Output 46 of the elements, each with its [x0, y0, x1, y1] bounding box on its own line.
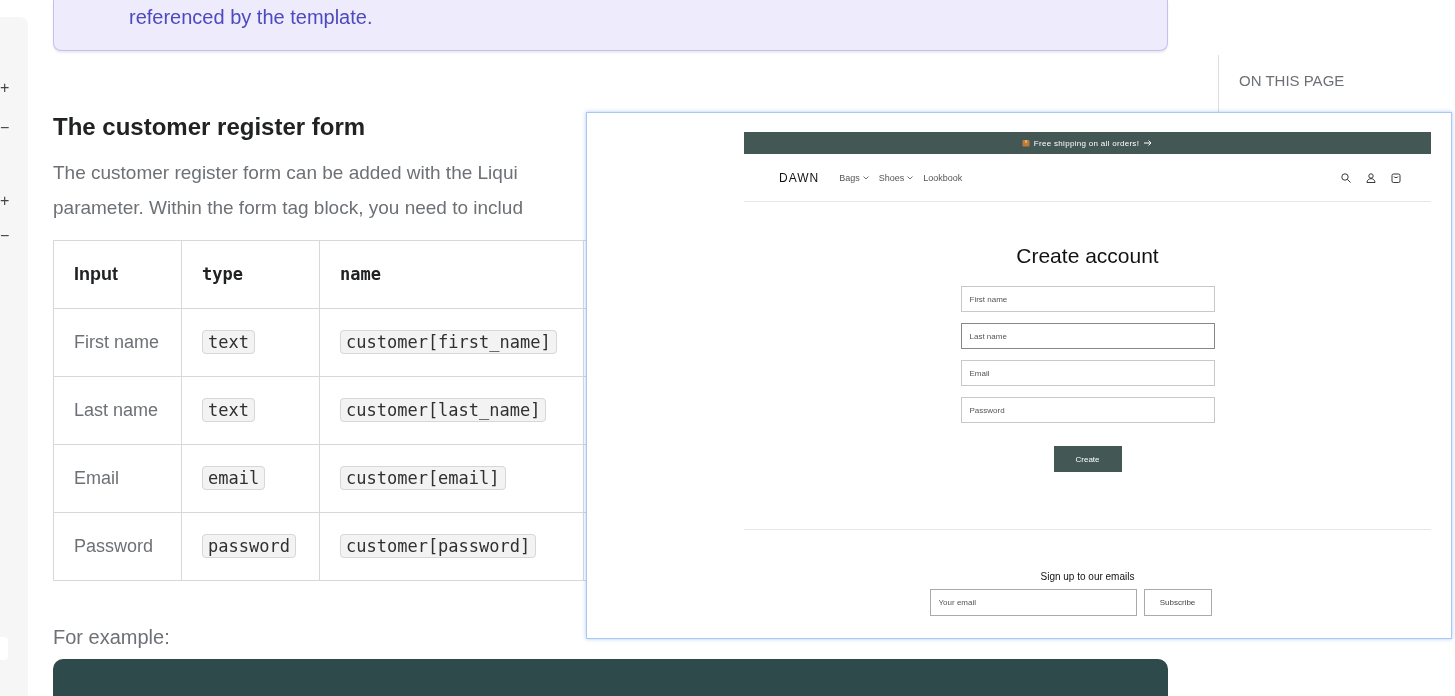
package-icon [1021, 139, 1030, 147]
store-logo[interactable]: DAWN [779, 170, 820, 185]
column-header: name [319, 240, 584, 309]
code-chip: customer[first_name] [340, 329, 557, 354]
nav-link[interactable]: Lookbook [923, 172, 963, 183]
chevron-down-icon [862, 175, 869, 180]
input-field[interactable]: Email [960, 360, 1215, 386]
arrow-icon [1143, 139, 1154, 147]
column-header: type [181, 240, 320, 309]
nav-link[interactable]: Bags [839, 172, 869, 183]
input-field[interactable]: First name [960, 286, 1215, 312]
nav-link[interactable]: Shoes [878, 172, 914, 183]
input-field[interactable]: Last name [960, 323, 1215, 349]
code-chip: customer[password] [340, 533, 537, 558]
code-chip: password [202, 533, 296, 558]
email-field[interactable]: Your email [929, 589, 1137, 616]
search-icon [1341, 172, 1351, 183]
paragraph-line: parameter. Within the form tag block, you need to includ [53, 195, 523, 220]
person-icon [1366, 172, 1376, 183]
code-chip: text [202, 329, 255, 354]
table-cell: First name [53, 308, 182, 377]
code-chip: email [202, 465, 266, 490]
create-button[interactable]: Create [1053, 446, 1122, 472]
page-title: Create account [1016, 243, 1159, 269]
collapse-control[interactable]: − [0, 120, 10, 136]
expand-control[interactable]: + [0, 193, 10, 209]
announcement-text: Free shipping on all orders! [1033, 138, 1140, 148]
chevron-down-icon [907, 175, 914, 180]
table-cell: Password [53, 512, 182, 581]
table-cell: Email [53, 444, 182, 513]
code-chip: customer[last_name] [340, 397, 547, 422]
expand-control[interactable]: + [0, 80, 10, 96]
input-field[interactable]: Password [960, 397, 1215, 423]
bag-icon [1391, 172, 1401, 183]
code-chip: text [202, 397, 255, 422]
table-cell: Last name [53, 376, 182, 445]
column-header: Input [53, 240, 182, 309]
code-chip: customer[email] [340, 465, 506, 490]
callout-text: referenced by the template. [129, 5, 373, 30]
paragraph-line: The customer register form can be added with the Liqui [53, 160, 518, 185]
newsletter-title: Sign up to our emails [1040, 571, 1135, 582]
section-heading: The customer register form [53, 111, 367, 142]
example-label: For example: [53, 624, 170, 649]
collapse-control[interactable]: − [0, 228, 10, 244]
subscribe-button[interactable]: Subscribe [1143, 589, 1212, 616]
toc-title: ON THIS PAGE [1239, 72, 1345, 89]
